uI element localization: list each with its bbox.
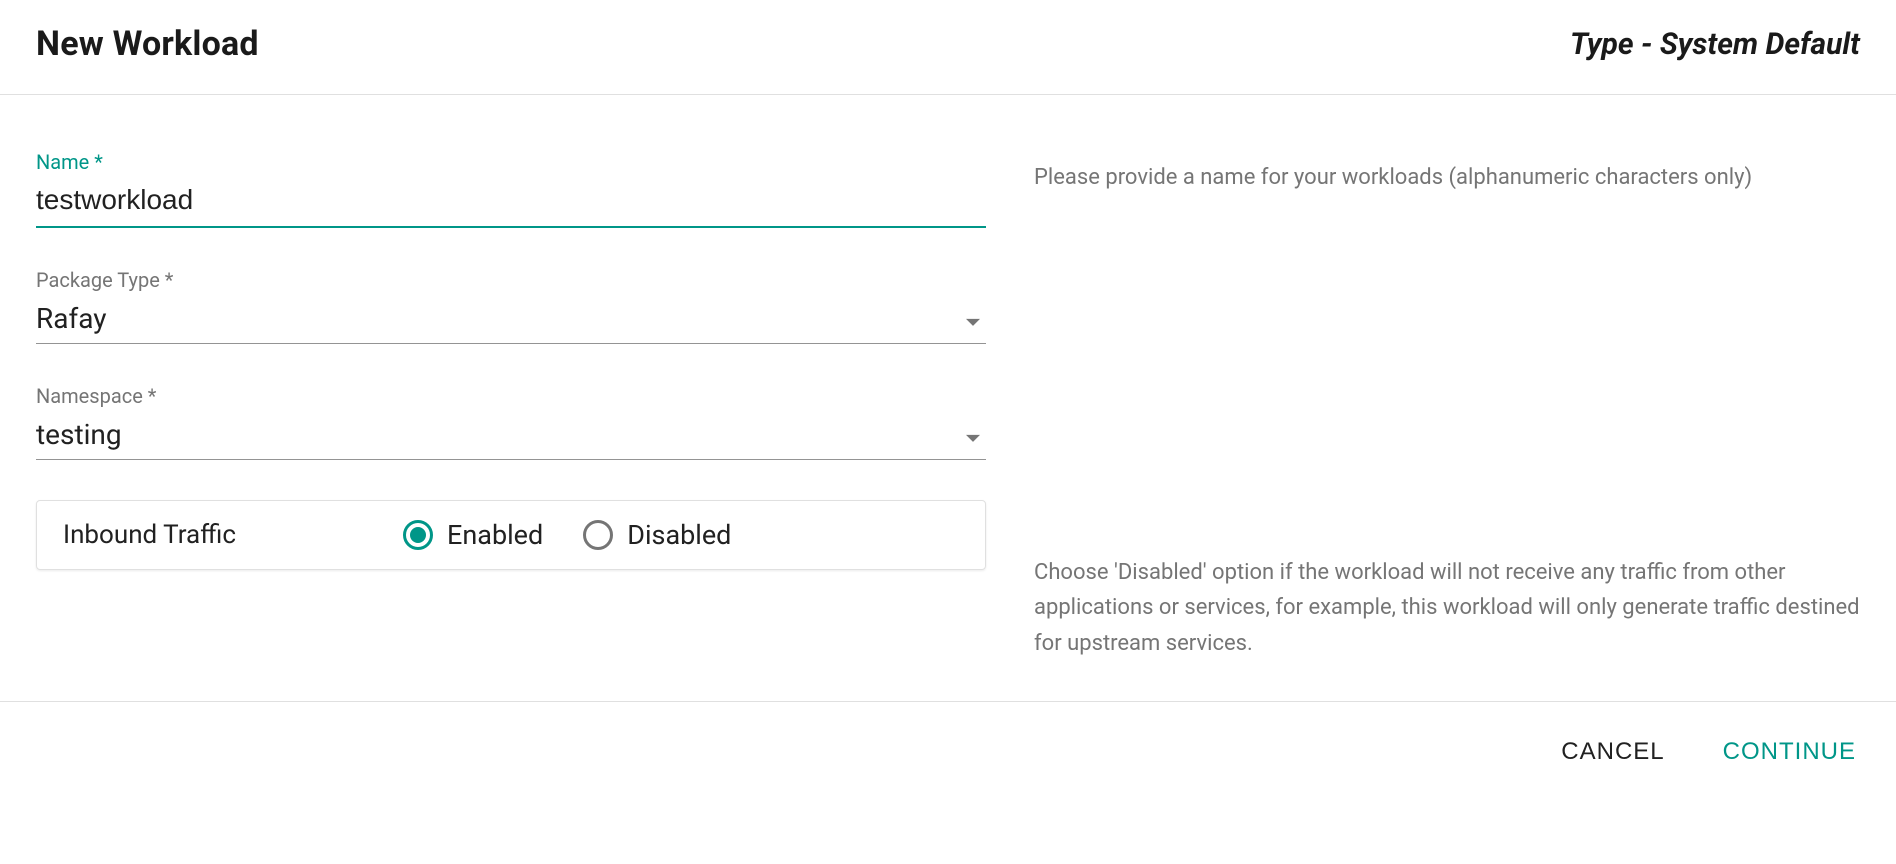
cancel-button[interactable]: CANCEL bbox=[1557, 732, 1668, 772]
name-field-group: Name * bbox=[36, 150, 986, 228]
dropdown-caret-icon bbox=[966, 434, 980, 441]
inbound-traffic-help-text: Choose 'Disabled' option if the workload… bbox=[1034, 555, 1860, 661]
package-type-select[interactable]: Rafay bbox=[36, 298, 986, 344]
namespace-value: testing bbox=[36, 418, 122, 451]
radio-enabled-label: Enabled bbox=[447, 519, 543, 551]
radio-selected-icon bbox=[403, 520, 433, 550]
page-header: New Workload Type - System Default bbox=[0, 0, 1896, 95]
package-type-field-group: Package Type * Rafay bbox=[36, 268, 986, 344]
name-help-text: Please provide a name for your workloads… bbox=[1034, 160, 1860, 195]
namespace-field-group: Namespace * testing bbox=[36, 384, 986, 460]
inbound-traffic-radio-group: Enabled Disabled bbox=[403, 519, 731, 551]
radio-disabled-label: Disabled bbox=[627, 519, 731, 551]
page-title: New Workload bbox=[36, 24, 259, 64]
radio-dot-icon bbox=[410, 527, 426, 543]
page-type-indicator: Type - System Default bbox=[1570, 27, 1860, 62]
dropdown-caret-icon bbox=[966, 318, 980, 325]
package-type-label: Package Type * bbox=[36, 268, 986, 292]
form-left-column: Name * Package Type * Rafay Namespace * … bbox=[36, 150, 986, 661]
form-actions: CANCEL CONTINUE bbox=[0, 702, 1896, 802]
inbound-traffic-card: Inbound Traffic Enabled Disabled bbox=[36, 500, 986, 570]
form-right-column: Please provide a name for your workloads… bbox=[1034, 150, 1860, 661]
radio-disabled[interactable]: Disabled bbox=[583, 519, 731, 551]
namespace-select[interactable]: testing bbox=[36, 414, 986, 460]
continue-button[interactable]: CONTINUE bbox=[1719, 732, 1860, 772]
name-label: Name * bbox=[36, 150, 986, 174]
radio-enabled[interactable]: Enabled bbox=[403, 519, 543, 551]
package-type-value: Rafay bbox=[36, 302, 107, 335]
inbound-traffic-label: Inbound Traffic bbox=[63, 520, 343, 550]
form-area: Name * Package Type * Rafay Namespace * … bbox=[0, 95, 1896, 702]
radio-unselected-icon bbox=[583, 520, 613, 550]
namespace-label: Namespace * bbox=[36, 384, 986, 408]
name-input[interactable] bbox=[36, 180, 986, 228]
